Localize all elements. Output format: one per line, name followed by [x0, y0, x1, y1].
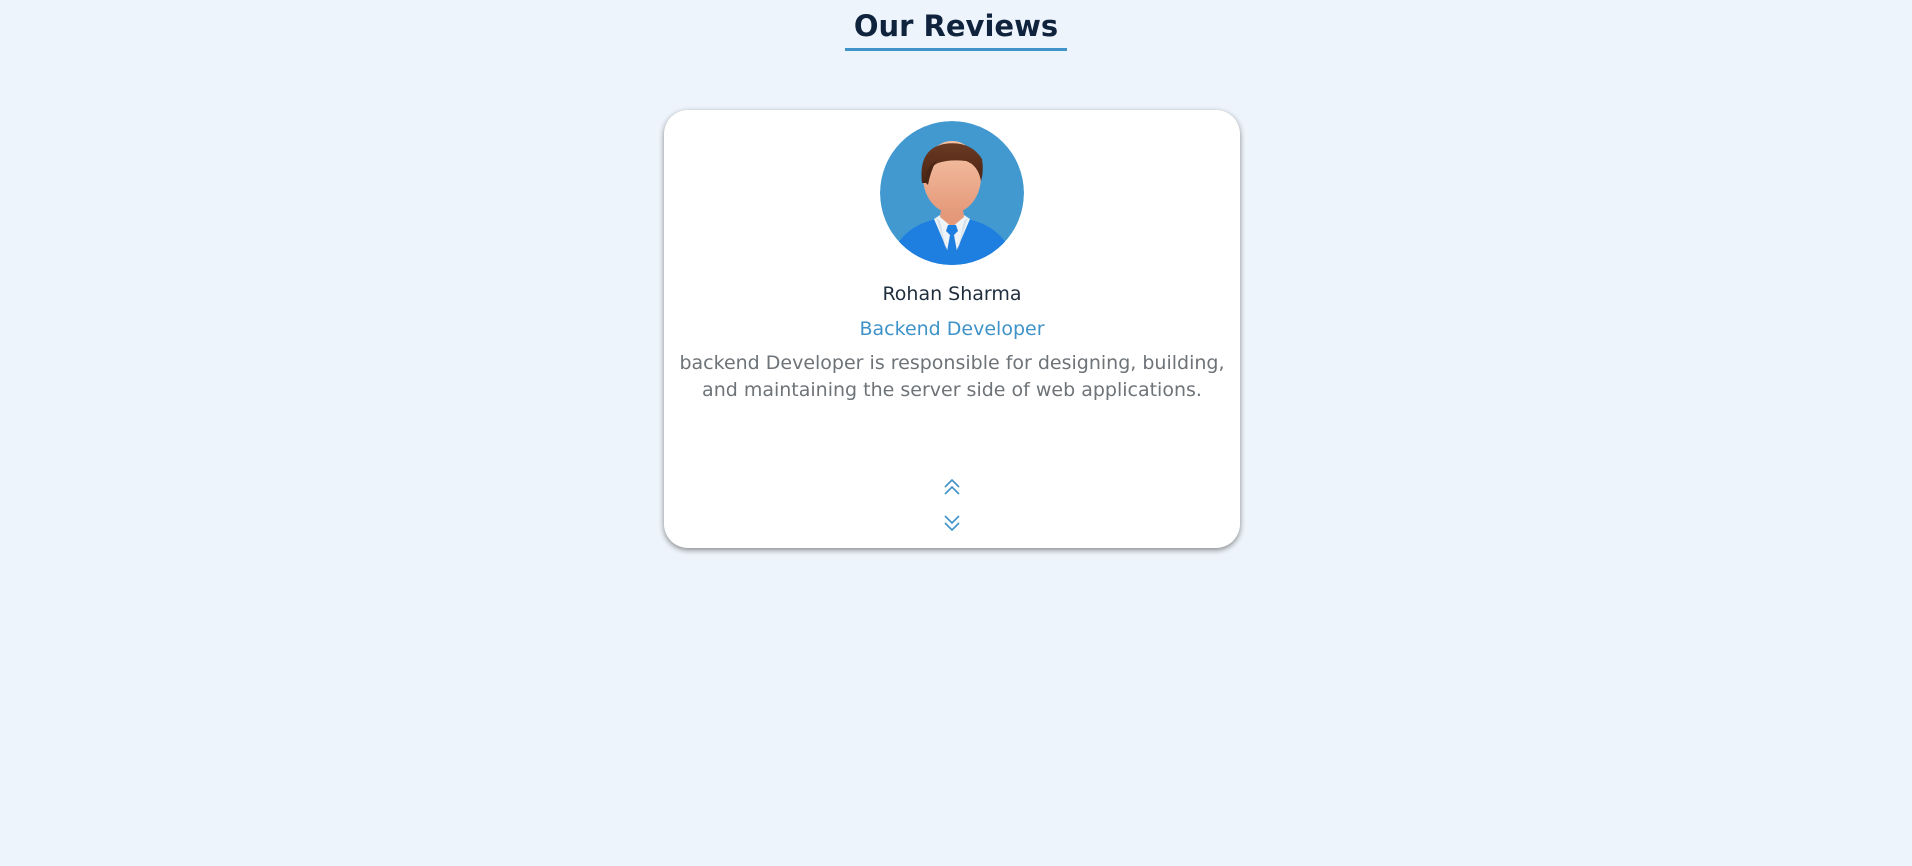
double-chevron-down-icon: [944, 515, 960, 532]
avatar: [880, 121, 1024, 265]
double-chevron-up-icon: [944, 478, 960, 495]
review-card: Rohan Sharma Backend Developer backend D…: [664, 110, 1240, 548]
user-avatar-icon: [880, 121, 1024, 265]
previous-review-button[interactable]: [936, 474, 968, 500]
heading-wrap: Our Reviews: [0, 6, 1912, 51]
reviewer-name: Rohan Sharma: [882, 283, 1022, 305]
page-title: Our Reviews: [844, 6, 1068, 51]
reviews-page: Our Reviews Rohan Sharma Backend Develop…: [0, 0, 1912, 866]
reviewer-role: Backend Developer: [859, 318, 1045, 340]
next-review-button[interactable]: [936, 510, 968, 536]
review-text: backend Developer is responsible for des…: [679, 352, 1225, 401]
